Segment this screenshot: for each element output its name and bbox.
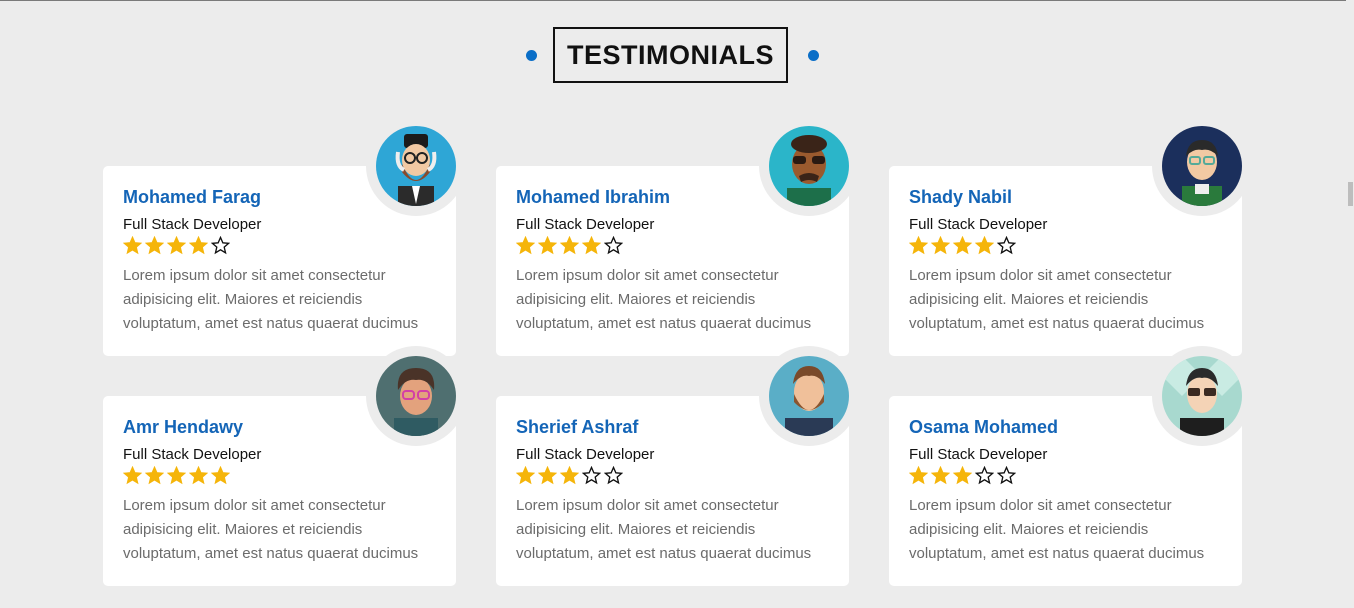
star-filled-icon xyxy=(931,466,950,485)
testimonial-role: Full Stack Developer xyxy=(123,216,262,233)
window-top-border xyxy=(0,0,1354,1)
star-filled-icon xyxy=(975,236,994,255)
star-filled-icon xyxy=(909,236,928,255)
star-filled-icon xyxy=(953,236,972,255)
scrollbar[interactable] xyxy=(1346,0,1354,608)
star-filled-icon xyxy=(145,466,164,485)
testimonial-role: Full Stack Developer xyxy=(516,216,655,233)
star-filled-icon xyxy=(560,466,579,485)
rating-stars xyxy=(909,466,1222,486)
star-filled-icon xyxy=(123,236,142,255)
section-header: TESTIMONIALS xyxy=(0,27,1354,85)
rating-stars xyxy=(123,466,436,486)
testimonial-role: Full Stack Developer xyxy=(909,216,1048,233)
star-filled-icon xyxy=(189,466,208,485)
star-filled-icon xyxy=(582,236,601,255)
star-empty-icon xyxy=(582,466,601,485)
section-title: TESTIMONIALS xyxy=(553,27,788,83)
star-filled-icon xyxy=(538,466,557,485)
testimonial-text: Lorem ipsum dolor sit amet consectetur a… xyxy=(909,267,1205,332)
star-empty-icon xyxy=(604,236,623,255)
avatar xyxy=(759,346,859,446)
avatar xyxy=(759,116,859,216)
avatar xyxy=(1152,116,1252,216)
star-filled-icon xyxy=(145,236,164,255)
star-empty-icon xyxy=(604,466,623,485)
rating-stars xyxy=(123,236,436,256)
rating-stars xyxy=(516,236,829,256)
star-filled-icon xyxy=(516,236,535,255)
star-filled-icon xyxy=(538,236,557,255)
scrollbar-thumb[interactable] xyxy=(1348,182,1353,206)
avatar-sunglasses-man-icon xyxy=(769,126,849,206)
rating-stars xyxy=(909,236,1222,256)
testimonial-text: Lorem ipsum dolor sit amet consectetur a… xyxy=(123,497,419,562)
testimonial-text: Lorem ipsum dolor sit amet consectetur a… xyxy=(123,267,419,332)
rating-stars xyxy=(516,466,829,486)
avatar xyxy=(1152,346,1252,446)
testimonial-role: Full Stack Developer xyxy=(516,446,655,463)
star-empty-icon xyxy=(997,236,1016,255)
star-filled-icon xyxy=(123,466,142,485)
avatar-bearded-man-icon xyxy=(376,126,456,206)
star-filled-icon xyxy=(931,236,950,255)
testimonial-text: Lorem ipsum dolor sit amet consectetur a… xyxy=(516,267,812,332)
avatar-beard-man-icon xyxy=(769,356,849,436)
avatar xyxy=(366,346,466,446)
star-filled-icon xyxy=(953,466,972,485)
star-filled-icon xyxy=(189,236,208,255)
title-dot-left-icon xyxy=(526,50,537,61)
avatar xyxy=(366,116,466,216)
testimonial-role: Full Stack Developer xyxy=(123,446,262,463)
star-filled-icon xyxy=(211,466,230,485)
star-filled-icon xyxy=(167,466,186,485)
avatar-glasses-man-icon xyxy=(1162,126,1242,206)
avatar-pink-glasses-man-icon xyxy=(376,356,456,436)
star-empty-icon xyxy=(997,466,1016,485)
testimonial-text: Lorem ipsum dolor sit amet consectetur a… xyxy=(909,497,1205,562)
star-filled-icon xyxy=(560,236,579,255)
testimonial-role: Full Stack Developer xyxy=(909,446,1048,463)
star-filled-icon xyxy=(516,466,535,485)
star-filled-icon xyxy=(167,236,186,255)
testimonial-text: Lorem ipsum dolor sit amet consectetur a… xyxy=(516,497,812,562)
star-filled-icon xyxy=(909,466,928,485)
title-dot-right-icon xyxy=(808,50,819,61)
star-empty-icon xyxy=(975,466,994,485)
avatar-dark-glasses-man-icon xyxy=(1162,356,1242,436)
star-empty-icon xyxy=(211,236,230,255)
